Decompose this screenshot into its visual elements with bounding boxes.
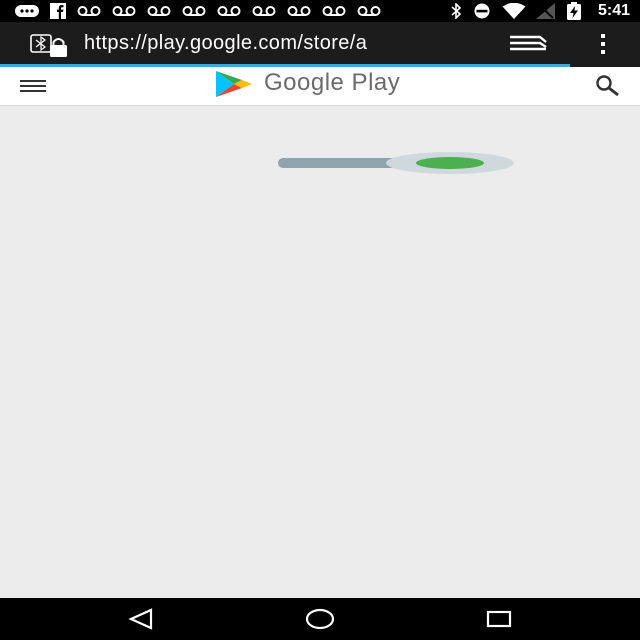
notification-dots-icon bbox=[14, 3, 40, 19]
home-button[interactable] bbox=[305, 606, 335, 632]
search-icon[interactable] bbox=[594, 74, 622, 98]
voicemail-icon bbox=[181, 3, 207, 19]
play-header: Google Play bbox=[0, 67, 640, 106]
system-icons: 5:41 bbox=[450, 2, 630, 20]
site-security-icon[interactable] bbox=[30, 34, 70, 58]
overflow-menu-icon[interactable] bbox=[596, 32, 610, 56]
back-icon bbox=[128, 608, 153, 630]
voicemail-icon bbox=[321, 3, 347, 19]
tabs-switcher-icon[interactable] bbox=[508, 34, 548, 54]
voicemail-icon bbox=[286, 3, 312, 19]
loader-dot bbox=[416, 157, 484, 169]
google-play-logo bbox=[212, 69, 254, 99]
voicemail-icon bbox=[146, 3, 172, 19]
clock: 5:41 bbox=[597, 2, 630, 19]
voicemail-icon bbox=[76, 3, 102, 19]
home-icon bbox=[305, 608, 335, 630]
hamburger-menu-icon[interactable] bbox=[20, 80, 46, 92]
header-title[interactable]: Google Play bbox=[264, 69, 400, 97]
status-bar: 5:41 bbox=[0, 0, 640, 22]
facebook-icon bbox=[49, 3, 67, 19]
url-field[interactable]: https://play.google.com/store/a bbox=[84, 32, 484, 55]
browser-address-bar: https://play.google.com/store/a bbox=[0, 22, 640, 66]
recents-button[interactable] bbox=[484, 606, 514, 632]
battery-charging-icon bbox=[566, 2, 582, 20]
voicemail-icon bbox=[251, 3, 277, 19]
voicemail-icon bbox=[356, 3, 382, 19]
no-signal-icon bbox=[535, 3, 556, 19]
bluetooth-icon bbox=[450, 3, 462, 19]
notification-icons bbox=[14, 3, 450, 19]
loading-indicator bbox=[278, 150, 518, 176]
screen: 5:41 https://play.google.com/store/a Goo… bbox=[0, 0, 640, 640]
back-button[interactable] bbox=[126, 606, 156, 632]
voicemail-icon bbox=[216, 3, 242, 19]
recents-icon bbox=[486, 610, 512, 628]
wifi-icon bbox=[502, 3, 526, 19]
navigation-bar bbox=[0, 598, 640, 640]
voicemail-icon bbox=[111, 3, 137, 19]
do-not-disturb-icon bbox=[472, 3, 492, 19]
